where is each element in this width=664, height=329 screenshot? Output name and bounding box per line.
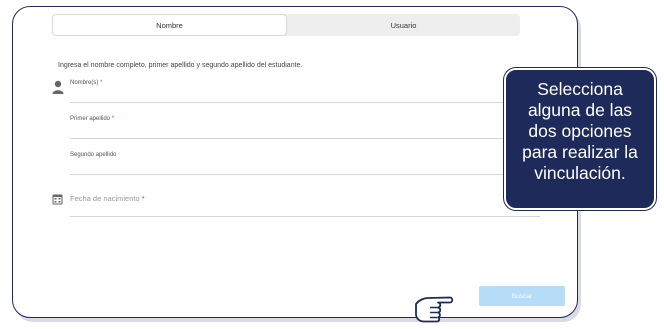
person-icon xyxy=(52,80,64,94)
calendar-icon[interactable] xyxy=(52,193,63,205)
segundo-apellido-field[interactable]: Segundo apellido xyxy=(70,152,540,175)
instruction-text: Ingresa el nombre completo, primer apell… xyxy=(58,62,303,69)
primer-apellido-label: Primer apellido xyxy=(70,116,111,122)
tab-usuario[interactable]: Usuario xyxy=(287,14,520,36)
required-mark: * xyxy=(100,80,103,86)
tooltip-callout: Selecciona alguna de las dos opciones pa… xyxy=(504,68,656,210)
required-mark: * xyxy=(141,194,145,203)
required-mark: * xyxy=(111,116,115,122)
segundo-apellido-label: Segundo apellido xyxy=(70,152,117,158)
primer-apellido-field[interactable]: Primer apellido * xyxy=(70,116,540,139)
pointing-hand-icon xyxy=(415,296,454,323)
nombres-label: Nombre(s) xyxy=(70,80,99,86)
tab-nombre[interactable]: Nombre xyxy=(52,14,287,36)
search-button[interactable]: Buscar xyxy=(479,286,565,306)
nombres-field[interactable]: Nombre(s) * xyxy=(70,80,540,103)
fecha-nacimiento-field[interactable]: Fecha de nacimiento * xyxy=(70,194,540,217)
fecha-nacimiento-label: Fecha de nacimiento xyxy=(70,194,140,203)
tab-bar: Nombre Usuario xyxy=(52,14,520,36)
